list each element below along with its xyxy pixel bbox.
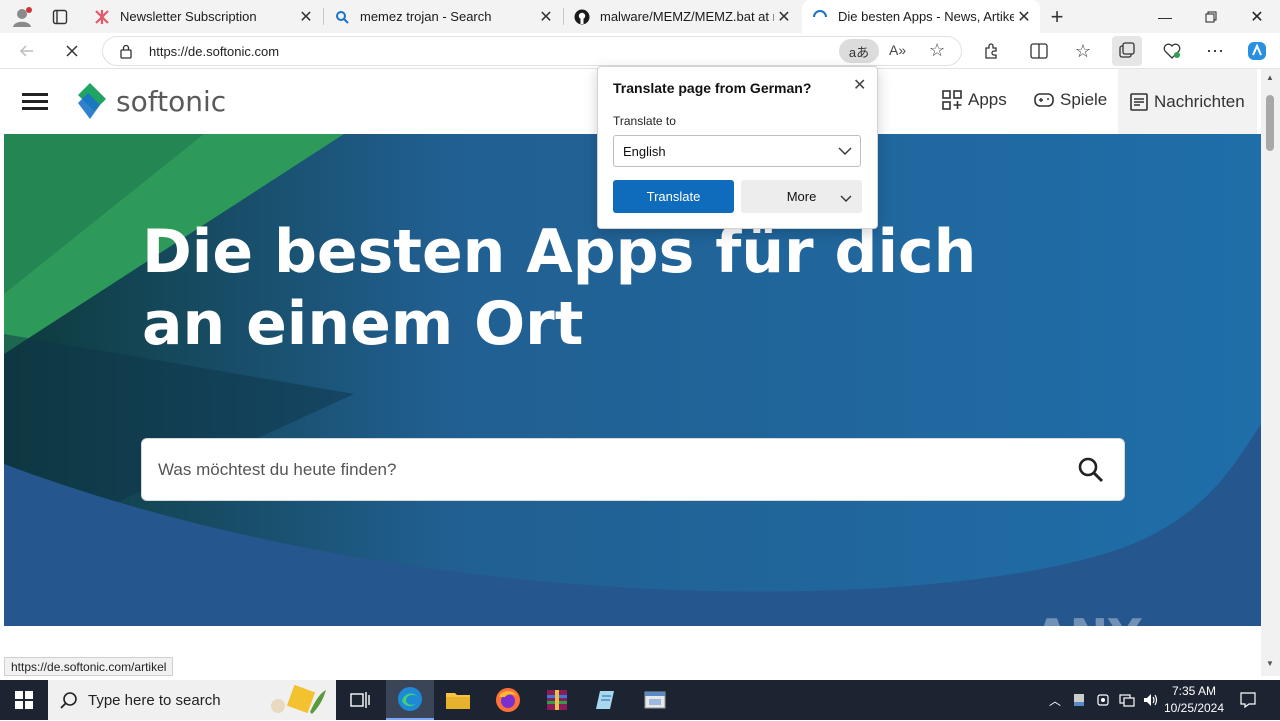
windows-logo-icon [15, 691, 33, 709]
notepad-icon[interactable] [582, 680, 630, 720]
hamburger-menu-icon[interactable] [22, 92, 48, 112]
nav-apps[interactable]: Apps [942, 90, 1007, 110]
volume-icon[interactable] [1141, 690, 1161, 710]
nav-label: Apps [968, 90, 1007, 109]
translate-button[interactable]: Translate [613, 180, 734, 213]
more-label: More [786, 189, 817, 204]
show-hidden-icons-icon[interactable]: ︿ [1045, 690, 1065, 710]
scroll-down-arrow-icon[interactable]: ▼ [1266, 659, 1274, 668]
network-icon[interactable] [1117, 690, 1137, 710]
language-select[interactable]: English [613, 135, 861, 167]
tab-newsletter[interactable]: Newsletter Subscription ✕ [84, 0, 322, 33]
clock-date: 10/25/2024 [1163, 701, 1225, 715]
tab-title: Die besten Apps - News, Artikel, [838, 9, 1014, 24]
gamepad-icon [1034, 93, 1054, 107]
browser-toolbar: https://de.softonic.com aあ A» ☆ ☆ ⋯ [0, 33, 1280, 69]
read-aloud-icon[interactable]: A» [889, 42, 906, 58]
favorite-star-icon[interactable]: ☆ [929, 40, 945, 61]
tab-title: memez trojan - Search [360, 9, 492, 24]
tab-strip: Newsletter Subscription ✕ memez trojan -… [0, 0, 1280, 33]
tab-github[interactable]: malware/MEMZ/MEMZ.bat at m ✕ [564, 0, 800, 33]
notifications-icon[interactable] [1238, 690, 1258, 710]
url-text[interactable]: https://de.softonic.com [149, 44, 279, 59]
nav-label: Spiele [1060, 90, 1108, 109]
more-button[interactable]: More [741, 180, 862, 213]
tab-softonic[interactable]: Die besten Apps - News, Artikel, ✕ [802, 0, 1040, 33]
search-icon[interactable] [1078, 457, 1104, 488]
close-tab-icon[interactable]: ✕ [536, 7, 556, 27]
status-bar-url: https://de.softonic.com/artikel [4, 657, 174, 676]
taskbar-search-placeholder: Type here to search [88, 692, 221, 709]
tab-title: Newsletter Subscription [120, 9, 257, 24]
apps-grid-icon [942, 90, 962, 110]
tab-actions-icon[interactable] [48, 6, 72, 28]
profile-avatar[interactable] [10, 5, 34, 29]
newspaper-icon [1130, 92, 1148, 111]
translate-popup-title: Translate page from German? [613, 80, 812, 96]
search-highlight-icon [266, 684, 330, 721]
browser-essentials-icon[interactable] [1157, 36, 1187, 66]
nav-news[interactable]: Nachrichten [1118, 69, 1257, 134]
address-bar[interactable]: https://de.softonic.com aあ A» ☆ [102, 36, 962, 66]
close-tab-icon[interactable]: ✕ [1014, 7, 1034, 27]
back-icon[interactable] [12, 36, 42, 66]
tab-search[interactable]: memez trojan - Search ✕ [324, 0, 562, 33]
hero-title: Die besten Apps für dich an einem Ort [142, 217, 977, 359]
translate-icon[interactable]: aあ [839, 39, 879, 63]
new-tab-button[interactable]: + [1044, 4, 1070, 30]
watermark: ANY RUN [1034, 609, 1145, 676]
winrar-icon[interactable] [533, 680, 581, 720]
close-tab-icon[interactable]: ✕ [296, 7, 316, 27]
taskbar-search[interactable]: Type here to search [48, 680, 336, 720]
firefox-icon[interactable] [484, 680, 532, 720]
copilot-icon[interactable] [1242, 36, 1272, 66]
collections-icon[interactable] [1112, 36, 1142, 66]
translate-popup: Translate page from German? ✕ Translate … [597, 66, 878, 229]
windows-taskbar: Type here to search ︿ 7:35 AM 10/25/2024 [0, 680, 1280, 720]
settings-more-icon[interactable]: ⋯ [1200, 36, 1230, 66]
loading-spinner-icon [812, 9, 828, 25]
language-value: English [623, 144, 666, 159]
softonic-logo-icon [78, 83, 106, 119]
minimize-button[interactable]: — [1142, 0, 1188, 33]
close-popup-icon[interactable]: ✕ [853, 75, 866, 95]
nav-label: Nachrichten [1154, 91, 1245, 111]
site-search-input[interactable] [158, 457, 1038, 483]
split-screen-icon[interactable] [1024, 36, 1054, 66]
translate-to-label: Translate to [613, 114, 676, 128]
edge-taskbar-icon[interactable] [386, 680, 434, 720]
logo-text: softonic [116, 84, 227, 118]
vertical-scrollbar[interactable]: ▲ ▼ [1261, 69, 1280, 676]
scrollbar-thumb[interactable] [1266, 95, 1274, 151]
chevron-down-icon [840, 191, 852, 206]
taskbar-clock[interactable]: 7:35 AM 10/25/2024 [1160, 683, 1228, 717]
nav-games[interactable]: Spiele [1034, 90, 1107, 110]
task-view-icon[interactable] [336, 680, 384, 720]
extensions-icon[interactable] [976, 36, 1006, 66]
clock-time: 7:35 AM [1171, 684, 1217, 698]
newsletter-favicon-icon [94, 9, 110, 25]
favorites-icon[interactable]: ☆ [1068, 36, 1098, 66]
device-icon[interactable] [1093, 690, 1113, 710]
restore-button[interactable] [1188, 0, 1234, 33]
stop-loading-icon[interactable] [57, 36, 87, 66]
search-icon [60, 691, 78, 714]
tab-title: malware/MEMZ/MEMZ.bat at m [600, 9, 774, 24]
lock-icon[interactable] [119, 44, 133, 64]
softonic-logo[interactable]: softonic [74, 81, 226, 121]
scroll-up-arrow-icon[interactable]: ▲ [1266, 73, 1274, 82]
start-button[interactable] [0, 680, 48, 720]
close-tab-icon[interactable]: ✕ [774, 7, 794, 27]
site-search-box [141, 438, 1125, 501]
search-favicon-icon [334, 9, 350, 25]
storage-icon[interactable] [1069, 690, 1089, 710]
chevron-down-icon [838, 144, 852, 159]
app-window-icon[interactable] [631, 680, 679, 720]
github-favicon-icon [574, 9, 590, 25]
file-explorer-icon[interactable] [434, 680, 482, 720]
close-window-button[interactable]: ✕ [1234, 0, 1280, 33]
